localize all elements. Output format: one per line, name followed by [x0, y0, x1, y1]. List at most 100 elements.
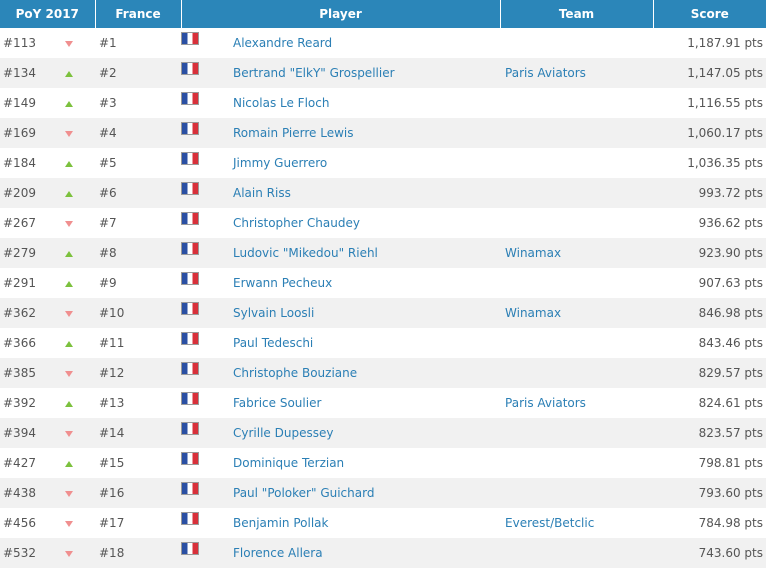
- player-cell: Fabrice Soulier: [227, 388, 500, 418]
- player-link[interactable]: Bertrand "ElkY" Grospellier: [233, 66, 395, 80]
- trend-cell: [64, 58, 95, 88]
- team-cell: [500, 88, 653, 118]
- player-link[interactable]: Cyrille Dupessey: [233, 426, 333, 440]
- table-row: #279 #8 Ludovic "Mikedou" Riehl Winamax …: [0, 238, 766, 268]
- score-cell: 784.98 pts: [698, 516, 764, 530]
- poy-rank: #362: [3, 306, 36, 320]
- country-rank: #9: [99, 276, 117, 290]
- poy-rank: #394: [3, 426, 36, 440]
- france-flag-icon: [181, 182, 199, 195]
- table-row: #149 #3 Nicolas Le Floch 1,116.55 pts: [0, 88, 766, 118]
- player-link[interactable]: Christophe Bouziane: [233, 366, 357, 380]
- poy-rank: #438: [3, 486, 36, 500]
- player-cell: Dominique Terzian: [227, 448, 500, 478]
- player-link[interactable]: Alexandre Reard: [233, 36, 332, 50]
- player-cell: Ludovic "Mikedou" Riehl: [227, 238, 500, 268]
- player-link[interactable]: Romain Pierre Lewis: [233, 126, 353, 140]
- country-rank: #14: [99, 426, 125, 440]
- arrow-up-icon: [65, 251, 73, 257]
- player-link[interactable]: Jimmy Guerrero: [233, 156, 327, 170]
- player-cell: Erwann Pecheux: [227, 268, 500, 298]
- player-link[interactable]: Alain Riss: [233, 186, 291, 200]
- player-link[interactable]: Paul "Poloker" Guichard: [233, 486, 374, 500]
- player-link[interactable]: Erwann Pecheux: [233, 276, 332, 290]
- table-row: #366 #11 Paul Tedeschi 843.46 pts: [0, 328, 766, 358]
- trend-cell: [64, 388, 95, 418]
- france-flag-icon: [181, 212, 199, 225]
- header-player[interactable]: Player: [181, 0, 501, 28]
- flag-cell: [181, 208, 227, 238]
- player-cell: Paul Tedeschi: [227, 328, 500, 358]
- france-flag-icon: [181, 272, 199, 285]
- team-cell: [500, 118, 653, 148]
- player-link[interactable]: Benjamin Pollak: [233, 516, 328, 530]
- player-link[interactable]: Fabrice Soulier: [233, 396, 321, 410]
- table-row: #169 #4 Romain Pierre Lewis 1,060.17 pts: [0, 118, 766, 148]
- team-cell: [500, 358, 653, 388]
- table-row: #134 #2 Bertrand "ElkY" Grospellier Pari…: [0, 58, 766, 88]
- header-team[interactable]: Team: [500, 0, 654, 28]
- team-link[interactable]: Paris Aviators: [505, 66, 586, 80]
- player-link[interactable]: Nicolas Le Floch: [233, 96, 329, 110]
- player-cell: Sylvain Loosli: [227, 298, 500, 328]
- score-cell: 743.60 pts: [698, 546, 764, 560]
- flag-cell: [181, 298, 227, 328]
- poy-rank: #291: [3, 276, 36, 290]
- player-link[interactable]: Ludovic "Mikedou" Riehl: [233, 246, 378, 260]
- team-cell: [500, 478, 653, 508]
- score-cell: 1,036.35 pts: [687, 156, 764, 170]
- arrow-down-icon: [65, 371, 73, 377]
- player-cell: Alexandre Reard: [227, 28, 500, 58]
- france-flag-icon: [181, 62, 199, 75]
- flag-cell: [181, 538, 227, 568]
- table-row: #394 #14 Cyrille Dupessey 823.57 pts: [0, 418, 766, 448]
- poy-rank: #184: [3, 156, 36, 170]
- team-cell: [500, 418, 653, 448]
- team-cell: Everest/Betclic: [500, 508, 653, 538]
- header-poy[interactable]: PoY 2017: [0, 0, 96, 28]
- player-link[interactable]: Florence Allera: [233, 546, 323, 560]
- france-flag-icon: [181, 452, 199, 465]
- team-cell: [500, 208, 653, 238]
- arrow-up-icon: [65, 161, 73, 167]
- player-link[interactable]: Sylvain Loosli: [233, 306, 314, 320]
- score-cell: 823.57 pts: [698, 426, 764, 440]
- poy-rank: #209: [3, 186, 36, 200]
- player-cell: Cyrille Dupessey: [227, 418, 500, 448]
- france-flag-icon: [181, 392, 199, 405]
- team-cell: [500, 268, 653, 298]
- header-france[interactable]: France: [95, 0, 182, 28]
- country-rank: #5: [99, 156, 117, 170]
- flag-cell: [181, 148, 227, 178]
- poy-rank: #532: [3, 546, 36, 560]
- header-score[interactable]: Score: [653, 0, 766, 28]
- arrow-up-icon: [65, 341, 73, 347]
- player-link[interactable]: Christopher Chaudey: [233, 216, 360, 230]
- team-cell: [500, 538, 653, 568]
- team-link[interactable]: Winamax: [505, 306, 561, 320]
- score-cell: 1,147.05 pts: [687, 66, 764, 80]
- country-rank: #1: [99, 36, 117, 50]
- player-cell: Paul "Poloker" Guichard: [227, 478, 500, 508]
- team-link[interactable]: Paris Aviators: [505, 396, 586, 410]
- country-rank: #4: [99, 126, 117, 140]
- player-link[interactable]: Paul Tedeschi: [233, 336, 313, 350]
- team-cell: [500, 448, 653, 478]
- table-row: #532 #18 Florence Allera 743.60 pts: [0, 538, 766, 568]
- team-link[interactable]: Everest/Betclic: [505, 516, 594, 530]
- table-row: #362 #10 Sylvain Loosli Winamax 846.98 p…: [0, 298, 766, 328]
- trend-cell: [64, 268, 95, 298]
- flag-cell: [181, 58, 227, 88]
- arrow-down-icon: [65, 491, 73, 497]
- flag-cell: [181, 448, 227, 478]
- france-flag-icon: [181, 92, 199, 105]
- flag-cell: [181, 118, 227, 148]
- player-link[interactable]: Dominique Terzian: [233, 456, 344, 470]
- trend-cell: [64, 208, 95, 238]
- score-cell: 993.72 pts: [698, 186, 764, 200]
- france-flag-icon: [181, 422, 199, 435]
- country-rank: #13: [99, 396, 125, 410]
- arrow-up-icon: [65, 461, 73, 467]
- team-cell: [500, 328, 653, 358]
- team-link[interactable]: Winamax: [505, 246, 561, 260]
